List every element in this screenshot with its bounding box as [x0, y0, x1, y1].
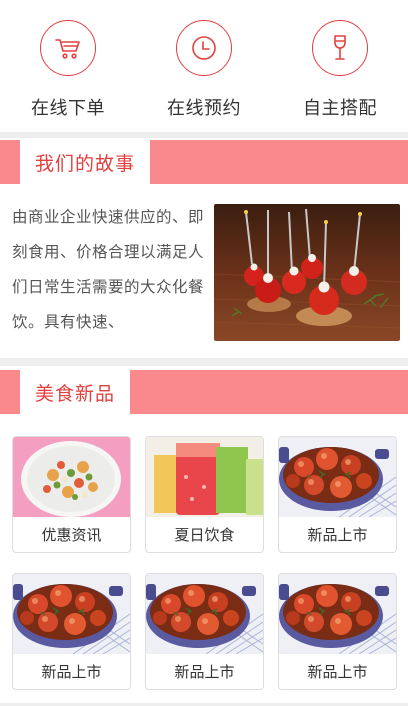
- wine-glass-icon: [312, 20, 368, 76]
- product-label: 新品上市: [174, 663, 235, 681]
- product-card[interactable]: 新品上市: [278, 573, 397, 690]
- product-card[interactable]: 新品上市: [278, 436, 397, 553]
- product-card[interactable]: 新品上市: [145, 573, 264, 690]
- story-photo[interactable]: [214, 204, 400, 341]
- product-label: 新品上市: [307, 526, 368, 544]
- product-card[interactable]: 夏日饮食: [145, 436, 264, 553]
- order-online-link[interactable]: 在线下单: [0, 0, 136, 132]
- stew-image: [279, 437, 396, 517]
- divider: [0, 358, 408, 366]
- clock-icon: [176, 20, 232, 76]
- reservation-label: 在线预约: [167, 98, 241, 119]
- story-section-title[interactable]: 我们的故事: [20, 140, 150, 184]
- reservation-link[interactable]: 在线预约: [136, 0, 272, 132]
- quick-nav: 在线下单 在线预约 自主搭配: [0, 0, 408, 132]
- story-section-header: 我们的故事: [0, 140, 408, 184]
- self-pairing-link[interactable]: 自主搭配: [272, 0, 408, 132]
- cart-icon: [40, 20, 96, 76]
- product-label: 新品上市: [41, 663, 102, 681]
- product-card[interactable]: 优惠资讯: [12, 436, 131, 553]
- food-section-title[interactable]: 美食新品: [20, 370, 130, 414]
- food-section-header: 美食新品: [0, 370, 408, 414]
- order-online-label: 在线下单: [31, 98, 105, 119]
- self-pairing-label: 自主搭配: [303, 98, 377, 119]
- story-section: 由商业企业快速供应的、即刻食用、价格合理以满足人们日常生活需要的大众化餐饮。具有…: [0, 194, 408, 354]
- story-text: 由商业企业快速供应的、即刻食用、价格合理以满足人们日常生活需要的大众化餐饮。具有…: [12, 208, 204, 331]
- product-card[interactable]: 新品上市: [12, 573, 131, 690]
- stew-image: [13, 574, 130, 654]
- salad-image: [13, 437, 130, 517]
- product-label: 新品上市: [307, 663, 368, 681]
- juice-image: [146, 437, 263, 517]
- stew-image: [146, 574, 263, 654]
- divider: [0, 132, 408, 138]
- product-label: 优惠资讯: [41, 526, 102, 544]
- stew-image: [279, 574, 396, 654]
- product-label: 夏日饮食: [174, 526, 235, 544]
